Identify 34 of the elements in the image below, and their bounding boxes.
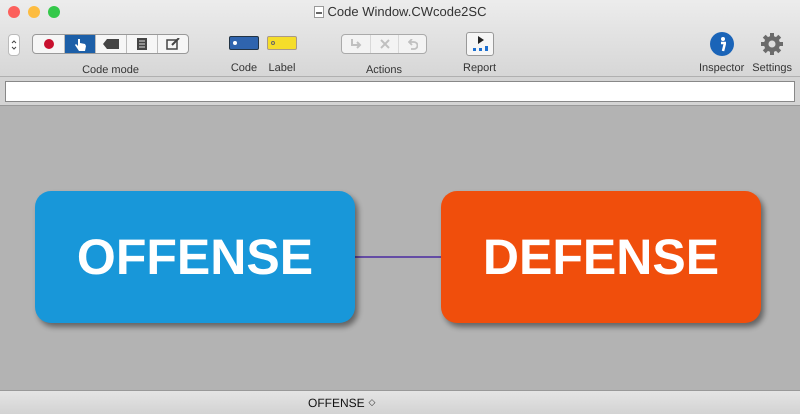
node[interactable]: DEFENSE: [441, 191, 761, 323]
arrow-icon: [350, 39, 362, 49]
report-button[interactable]: [466, 32, 494, 56]
settings-icon: [760, 32, 784, 56]
mode-segment[interactable]: [64, 35, 95, 53]
label-label: Label: [268, 61, 296, 76]
stepper-button[interactable]: [8, 34, 20, 56]
document-icon: [137, 38, 147, 50]
window-title: Code Window.CWcode2SC: [328, 3, 486, 22]
actions-label: Actions: [366, 63, 402, 78]
stepper-button[interactable]: ◇: [368, 396, 376, 410]
code-swatch-button[interactable]: [229, 36, 259, 50]
settings-label: Settings: [752, 61, 792, 76]
settings-button[interactable]: [760, 32, 784, 56]
undo-icon: [408, 38, 418, 50]
node[interactable]: OFFENSE: [35, 191, 355, 323]
record-icon: [44, 39, 54, 49]
inspector-button[interactable]: [710, 32, 734, 56]
tag-icon: [103, 39, 119, 49]
code-mode-label: Code mode: [82, 63, 139, 78]
close-button[interactable]: [8, 6, 20, 18]
close-icon: [380, 39, 390, 49]
selection-label: OFFENSE: [308, 394, 365, 412]
input-field[interactable]: [5, 80, 795, 102]
edit-icon: [166, 38, 180, 50]
code-label: Code: [230, 61, 258, 76]
label-swatch-button[interactable]: [267, 36, 297, 50]
node-label: DEFENSE: [482, 228, 720, 286]
hand-icon: [74, 38, 86, 50]
document-icon: [314, 6, 324, 18]
node-label: OFFENSE: [76, 228, 314, 286]
report-label: Report: [463, 61, 496, 76]
inspector-label: Inspector: [699, 61, 744, 76]
stepper-icon: [11, 39, 17, 51]
